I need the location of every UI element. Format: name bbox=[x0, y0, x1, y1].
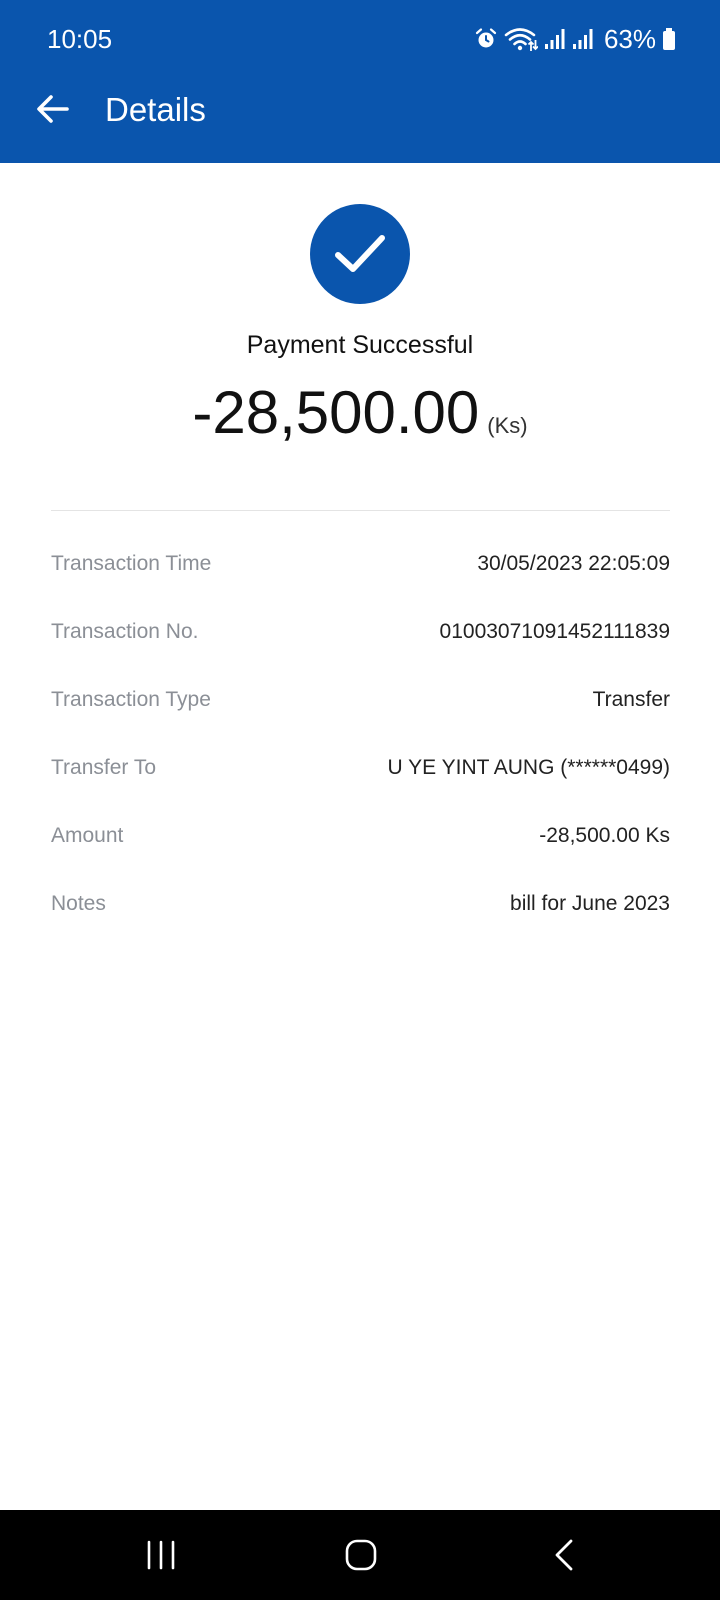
detail-label: Amount bbox=[51, 824, 124, 847]
detail-label: Transaction Type bbox=[51, 688, 211, 711]
back-button[interactable] bbox=[30, 86, 76, 132]
divider bbox=[51, 510, 670, 511]
detail-label: Transaction No. bbox=[51, 620, 199, 643]
status-time: 10:05 bbox=[47, 24, 113, 54]
detail-row-notes: Notes bill for June 2023 bbox=[51, 870, 670, 938]
detail-row-amount: Amount -28,500.00 Ks bbox=[51, 802, 670, 870]
amount-currency: (Ks) bbox=[487, 413, 528, 438]
detail-value: bill for June 2023 bbox=[510, 892, 670, 915]
status-icons: 63% bbox=[474, 22, 676, 56]
detail-row-transaction-time: Transaction Time 30/05/2023 22:05:09 bbox=[51, 530, 670, 598]
check-icon bbox=[335, 235, 385, 272]
detail-value: Transfer bbox=[592, 688, 670, 711]
battery-percent: 63% bbox=[603, 24, 656, 54]
detail-row-transaction-type: Transaction Type Transfer bbox=[51, 666, 670, 734]
detail-label: Transfer To bbox=[51, 756, 157, 779]
home-button[interactable] bbox=[331, 1530, 391, 1580]
transaction-details: Transaction Time 30/05/2023 22:05:09 Tra… bbox=[51, 530, 670, 938]
signal-icon bbox=[544, 27, 566, 51]
detail-value: U YE YINT AUNG (******0499) bbox=[387, 756, 670, 779]
detail-label: Notes bbox=[51, 892, 106, 915]
amount-value: -28,500.00 bbox=[192, 379, 480, 446]
signal-icon bbox=[572, 27, 594, 51]
recent-apps-button[interactable] bbox=[131, 1530, 191, 1580]
success-badge bbox=[310, 204, 410, 304]
page-title: Details bbox=[105, 91, 206, 128]
arrow-left-icon bbox=[37, 95, 69, 123]
recent-apps-icon bbox=[147, 1540, 175, 1570]
detail-value: -28,500.00 Ks bbox=[539, 824, 670, 847]
detail-value: 01003071091452111839 bbox=[439, 620, 670, 643]
system-nav-bar bbox=[0, 1510, 720, 1600]
payment-status: Payment Successful bbox=[246, 331, 474, 359]
battery-icon bbox=[662, 27, 676, 51]
nav-back-button[interactable] bbox=[534, 1530, 594, 1580]
back-icon bbox=[555, 1539, 573, 1571]
detail-value: 30/05/2023 22:05:09 bbox=[477, 552, 670, 575]
app-header: 10:05 63% Details bbox=[0, 0, 720, 163]
alarm-icon bbox=[474, 27, 498, 51]
amount-display: -28,500.00 (Ks) bbox=[0, 378, 720, 448]
home-icon bbox=[345, 1539, 377, 1571]
detail-label: Transaction Time bbox=[51, 552, 212, 575]
wifi-icon bbox=[504, 26, 538, 52]
detail-row-transfer-to: Transfer To U YE YINT AUNG (******0499) bbox=[51, 734, 670, 802]
detail-row-transaction-no: Transaction No. 01003071091452111839 bbox=[51, 598, 670, 666]
